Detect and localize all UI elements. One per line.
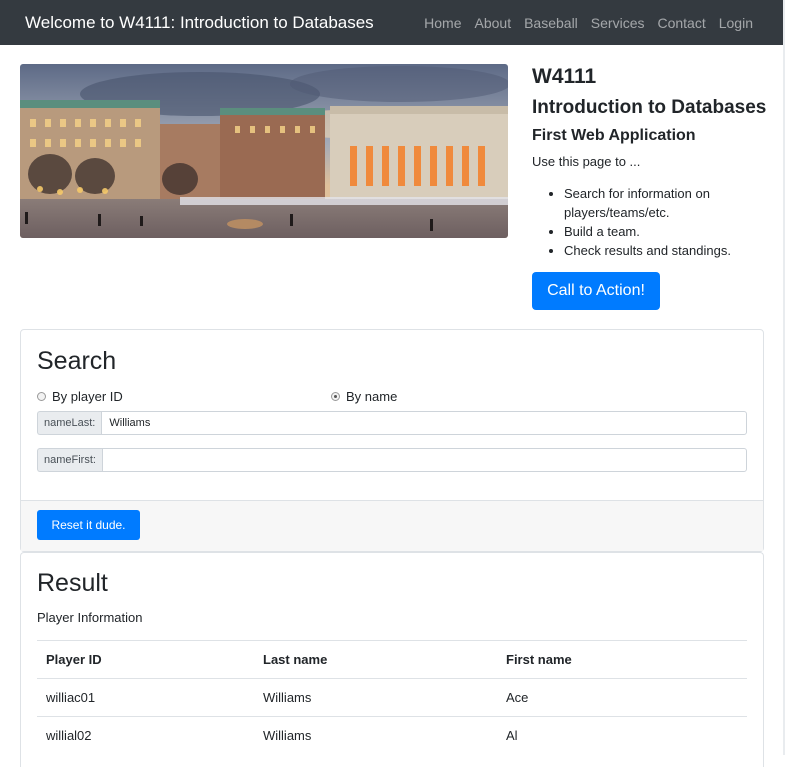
- radio-by-name[interactable]: By name: [331, 389, 397, 404]
- call-to-action-button[interactable]: Call to Action!: [532, 272, 660, 310]
- players-table: Player ID Last name First name williac01…: [37, 640, 747, 755]
- nav-link-contact[interactable]: Contact: [651, 15, 712, 31]
- result-caption: Player Information: [37, 610, 143, 625]
- radio-button[interactable]: [37, 392, 46, 401]
- nav-links: Home About Baseball Services Contact Log…: [418, 15, 765, 31]
- navbar-brand[interactable]: Welcome to W4111: Introduction to Databa…: [25, 13, 374, 33]
- name-last-group: nameLast:: [37, 411, 747, 435]
- name-last-input[interactable]: [101, 411, 747, 435]
- cell-player-id: williac01: [37, 678, 254, 717]
- feature-item: Build a team.: [564, 222, 777, 241]
- cell-first-name: Ace: [497, 678, 747, 717]
- name-first-group: nameFirst:: [37, 448, 747, 472]
- nav-link-about[interactable]: About: [468, 15, 518, 31]
- nav-link-login[interactable]: Login: [712, 15, 765, 31]
- feature-item: Search for information on players/teams/…: [564, 184, 777, 222]
- table-row[interactable]: willial02 Williams Al: [37, 716, 747, 755]
- cell-player-id: willial02: [37, 716, 254, 755]
- search-card: Search By player ID By name nameLast: na…: [20, 329, 764, 552]
- nav-link-services[interactable]: Services: [584, 15, 651, 31]
- table-header-row: Player ID Last name First name: [37, 640, 747, 679]
- name-first-input[interactable]: [101, 448, 747, 472]
- course-code: W4111: [532, 65, 597, 88]
- cell-last-name: Williams: [254, 716, 497, 755]
- hero-subtitle: First Web Application: [532, 127, 696, 144]
- table-row[interactable]: williac01 Williams Ace: [37, 678, 747, 717]
- nav-link-baseball[interactable]: Baseball: [518, 15, 585, 31]
- result-card: Result Player Information Player ID Last…: [20, 552, 764, 767]
- cell-last-name: Williams: [254, 678, 497, 717]
- column-header-player-id: Player ID: [37, 640, 254, 679]
- cell-first-name: Al: [497, 716, 747, 755]
- feature-list: Search for information on players/teams/…: [532, 184, 777, 260]
- feature-item: Check results and standings.: [564, 241, 777, 260]
- hero-section: W4111 Introduction to Databases First We…: [0, 45, 785, 330]
- radio-label: By player ID: [52, 389, 123, 404]
- radio-by-player-id[interactable]: By player ID: [37, 389, 123, 404]
- nav-link-home[interactable]: Home: [418, 15, 468, 31]
- reset-button[interactable]: Reset it dude.: [37, 510, 140, 540]
- campus-photo: [20, 64, 508, 238]
- result-heading: Result: [37, 569, 108, 597]
- column-header-last-name: Last name: [254, 640, 497, 679]
- radio-label: By name: [346, 389, 398, 404]
- radio-button[interactable]: [331, 392, 340, 401]
- search-heading: Search: [37, 347, 117, 375]
- name-last-label: nameLast:: [37, 411, 102, 435]
- search-card-footer: Reset it dude.: [21, 500, 763, 551]
- hero-lead: Use this page to ...: [532, 154, 641, 169]
- name-first-label: nameFirst:: [37, 448, 102, 472]
- navbar: Welcome to W4111: Introduction to Databa…: [0, 0, 785, 45]
- course-title: Introduction to Databases: [532, 97, 767, 118]
- hero-text: W4111 Introduction to Databases First We…: [532, 65, 777, 260]
- column-header-first-name: First name: [497, 640, 747, 679]
